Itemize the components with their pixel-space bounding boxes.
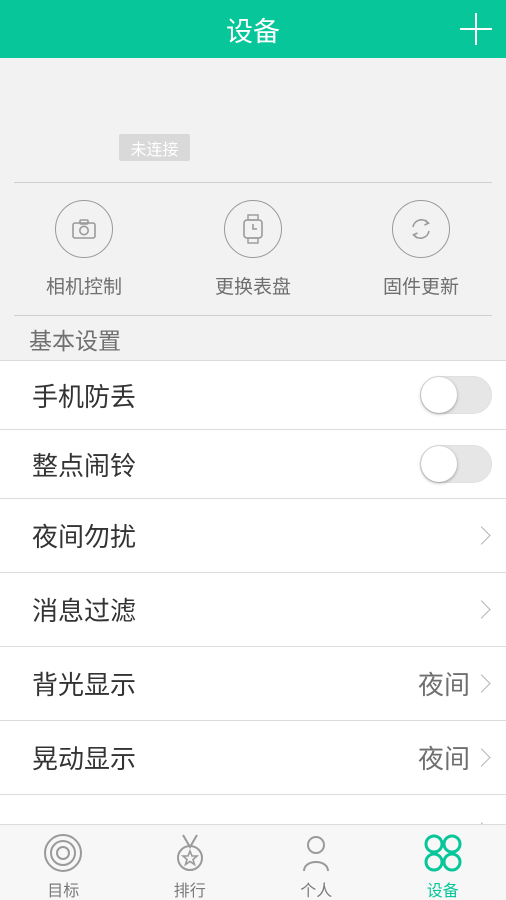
tab-ranking[interactable]: 排行 (127, 825, 254, 900)
divider (14, 182, 492, 183)
setting-label: 夜间勿扰 (32, 523, 137, 553)
tab-personal[interactable]: 个人 (253, 825, 380, 900)
watch-icon (224, 200, 282, 258)
tab-label: 目标 (47, 881, 80, 900)
change-watchface-label: 更换表盘 (214, 276, 291, 298)
setting-message-filter[interactable]: 消息过滤 (0, 572, 506, 646)
divider (14, 315, 492, 316)
setting-label: 背光显示 (32, 671, 137, 701)
chevron-right-icon (472, 600, 491, 619)
tab-device[interactable]: 设备 (380, 825, 506, 900)
setting-label: 晃动显示 (32, 745, 137, 775)
medal-icon (170, 833, 210, 873)
camera-control-button[interactable]: 相机控制 (0, 200, 168, 299)
setting-hourly-chime: 整点闹铃 (0, 429, 506, 498)
person-icon (296, 833, 336, 873)
change-watchface-button[interactable]: 更换表盘 (169, 200, 337, 299)
settings-list: 手机防丢 整点闹铃 夜间勿扰 消息过滤 背光显示 夜间 晃动显示 夜间 (0, 360, 506, 868)
camera-icon (55, 200, 113, 258)
page-title: 设备 (226, 16, 280, 48)
chevron-right-icon (472, 526, 491, 545)
setting-value: 夜间 (417, 745, 470, 775)
bottom-tab-bar: 目标 排行 个人 设备 (0, 824, 506, 900)
section-title: 基本设置 (29, 329, 121, 355)
tab-target[interactable]: 目标 (0, 825, 127, 900)
clover-icon (423, 833, 463, 873)
setting-label: 整点闹铃 (32, 451, 137, 482)
chevron-right-icon (472, 748, 491, 767)
setting-anti-lost: 手机防丢 (0, 360, 506, 429)
app-header: 设备 (0, 0, 506, 58)
firmware-update-button[interactable]: 固件更新 (337, 200, 505, 299)
target-icon (43, 833, 83, 873)
tab-label: 排行 (173, 881, 206, 900)
device-panel: 未连接 相机控制 更换表盘 固件更新 (0, 58, 506, 320)
setting-value: 夜间 (417, 671, 470, 701)
setting-label: 消息过滤 (32, 597, 137, 627)
setting-shake-display[interactable]: 晃动显示 夜间 (0, 720, 506, 794)
setting-night-dnd[interactable]: 夜间勿扰 (0, 498, 506, 572)
setting-backlight[interactable]: 背光显示 夜间 (0, 646, 506, 720)
hourly-chime-toggle[interactable] (420, 445, 492, 483)
tab-label: 设备 (426, 881, 459, 900)
firmware-update-label: 固件更新 (382, 276, 459, 298)
plus-icon[interactable] (460, 13, 492, 45)
setting-label: 手机防丢 (32, 382, 137, 413)
camera-control-label: 相机控制 (45, 276, 122, 298)
chevron-right-icon (472, 674, 491, 693)
tab-label: 个人 (300, 881, 333, 900)
connection-status-badge: 未连接 (119, 134, 190, 161)
anti-lost-toggle[interactable] (420, 376, 492, 414)
refresh-icon (392, 200, 450, 258)
